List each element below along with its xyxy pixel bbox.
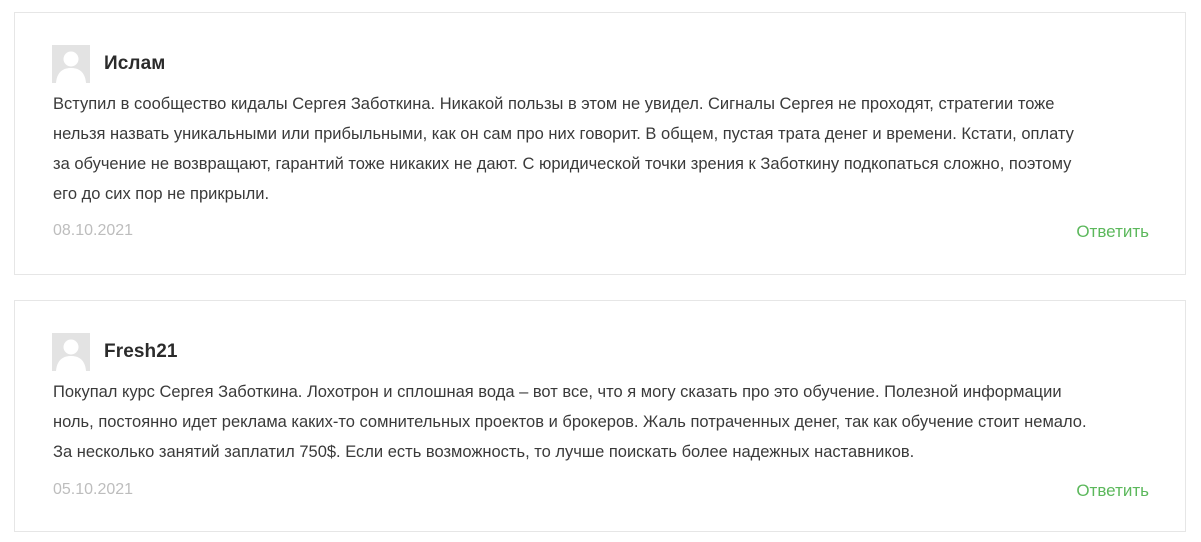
comment-text-line: его до сих пор не прикрыли.: [53, 185, 270, 203]
comment-date: 05.10.2021: [53, 481, 134, 498]
reply-link[interactable]: Ответить: [1076, 222, 1149, 242]
comment-text-line: ноль, постоянно идет реклама каких-то со…: [53, 413, 1087, 431]
comment-text: Покупал курс Сергея Заботкина. Лохотрон …: [53, 377, 1153, 467]
comment-text-line: за обучение не возвращают, гарантий тоже…: [53, 155, 1072, 173]
comment-text-line: Вступил в сообщество кидалы Сергея Забот…: [53, 95, 1055, 113]
comment-card: Fresh21 Покупал курс Сергея Заботкина. Л…: [14, 300, 1186, 532]
comment-header: Fresh21: [52, 333, 178, 371]
comment-text: Вступил в сообщество кидалы Сергея Забот…: [53, 89, 1153, 209]
comment-date: 08.10.2021: [53, 222, 134, 239]
comment-text-line: нельзя назвать уникальными или прибыльны…: [53, 125, 1074, 143]
user-placeholder-icon: [52, 45, 90, 83]
comment-author: Ислам: [104, 53, 166, 74]
comment-author: Fresh21: [104, 341, 178, 362]
comment-text-line: За несколько занятий заплатил 750$. Если…: [53, 443, 915, 461]
reply-link[interactable]: Ответить: [1076, 481, 1149, 501]
comments-list: Ислам Вступил в сообщество кидалы Сергея…: [0, 0, 1201, 542]
comment-card: Ислам Вступил в сообщество кидалы Сергея…: [14, 12, 1186, 275]
comment-header: Ислам: [52, 45, 165, 83]
comment-text-line: Покупал курс Сергея Заботкина. Лохотрон …: [53, 383, 1062, 401]
user-placeholder-icon: [52, 333, 90, 371]
